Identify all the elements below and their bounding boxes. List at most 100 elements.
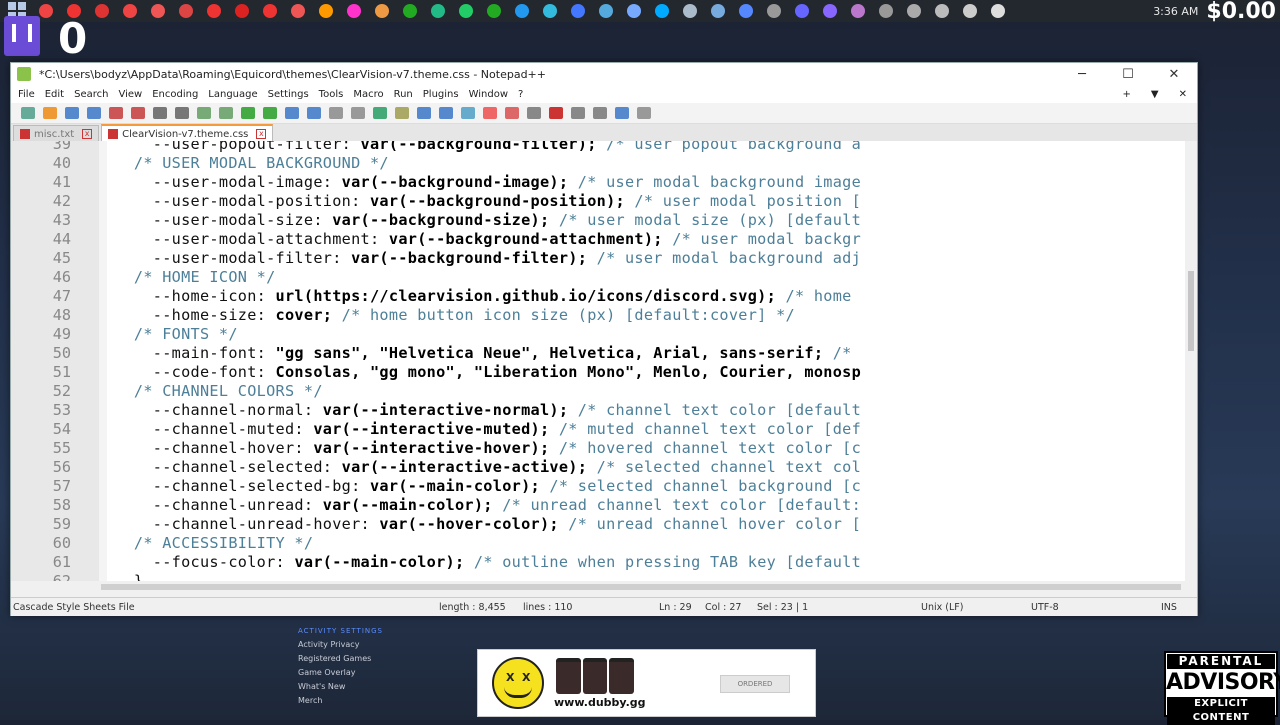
code-line[interactable]: 53 --channel-normal: var(--interactive-n…: [11, 401, 1185, 420]
toolbar-button-icon[interactable]: [593, 107, 607, 119]
code-line[interactable]: 41 --user-modal-image: var(--background-…: [11, 173, 1185, 192]
taskbar-app-icon[interactable]: [291, 4, 305, 18]
toolbar-button-icon[interactable]: [285, 107, 299, 119]
taskbar-app-icon[interactable]: [767, 4, 781, 18]
taskbar-app-icon[interactable]: [963, 4, 977, 18]
menu-run[interactable]: Run: [394, 89, 413, 100]
taskbar-app-icon[interactable]: [879, 4, 893, 18]
menu-item-whats-new[interactable]: What's New: [298, 680, 383, 694]
taskbar-app-icon[interactable]: [207, 4, 221, 18]
code-line[interactable]: 57 --channel-selected-bg: var(--main-col…: [11, 477, 1185, 496]
menu-tools[interactable]: Tools: [319, 89, 344, 100]
toolbar-button-icon[interactable]: [219, 107, 233, 119]
menu-item-merch[interactable]: Merch: [298, 694, 383, 708]
close-tab-icon[interactable]: x: [256, 129, 267, 139]
taskbar-app-icon[interactable]: [599, 4, 613, 18]
toolbar-button-icon[interactable]: [241, 107, 255, 119]
horizontal-scrollbar[interactable]: [11, 581, 1185, 593]
taskbar-app-icon[interactable]: [683, 4, 697, 18]
toolbar-button-icon[interactable]: [395, 107, 409, 119]
toolbar-button-icon[interactable]: [351, 107, 365, 119]
taskbar-app-icon[interactable]: [627, 4, 641, 18]
taskbar-app-icon[interactable]: [711, 4, 725, 18]
close-tab-icon[interactable]: x: [82, 129, 93, 139]
new-tab-button[interactable]: +: [1123, 89, 1131, 100]
taskbar-app-icon[interactable]: [459, 4, 473, 18]
toolbar-button-icon[interactable]: [87, 107, 101, 119]
toolbar-button-icon[interactable]: [131, 107, 145, 119]
code-line[interactable]: 51 --code-font: Consolas, "gg mono", "Li…: [11, 363, 1185, 382]
ad-order-button[interactable]: ORDERED: [720, 675, 790, 693]
clock[interactable]: 3:36 AM: [1153, 5, 1198, 18]
tab-clearvision[interactable]: ClearVision-v7.theme.css x: [101, 124, 274, 142]
menu-item-activity-privacy[interactable]: Activity Privacy: [298, 638, 383, 652]
code-line[interactable]: 45 --user-modal-filter: var(--background…: [11, 249, 1185, 268]
toolbar-button-icon[interactable]: [153, 107, 167, 119]
toolbar-button-icon[interactable]: [417, 107, 431, 119]
taskbar-app-icon[interactable]: [179, 4, 193, 18]
toolbar-button-icon[interactable]: [43, 107, 57, 119]
toolbar-button-icon[interactable]: [461, 107, 475, 119]
toolbar-button-icon[interactable]: [197, 107, 211, 119]
code-line[interactable]: 55 --channel-hover: var(--interactive-ho…: [11, 439, 1185, 458]
code-line[interactable]: 54 --channel-muted: var(--interactive-mu…: [11, 420, 1185, 439]
taskbar-app-icon[interactable]: [375, 4, 389, 18]
menu-window[interactable]: Window: [469, 89, 508, 100]
maximize-button[interactable]: ☐: [1105, 67, 1151, 82]
taskbar-app-icon[interactable]: [95, 4, 109, 18]
code-line[interactable]: 62 }: [11, 572, 1185, 581]
taskbar-app-icon[interactable]: [739, 4, 753, 18]
code-line[interactable]: 46 /* HOME ICON */: [11, 268, 1185, 287]
toolbar-button-icon[interactable]: [527, 107, 541, 119]
code-line[interactable]: 58 --channel-unread: var(--main-color); …: [11, 496, 1185, 515]
code-line[interactable]: 39 --user-popout-filter: var(--backgroun…: [11, 141, 1185, 154]
taskbar-app-icon[interactable]: [543, 4, 557, 18]
code-line[interactable]: 42 --user-modal-position: var(--backgrou…: [11, 192, 1185, 211]
taskbar-app-icon[interactable]: [431, 4, 445, 18]
code-line[interactable]: 56 --channel-selected: var(--interactive…: [11, 458, 1185, 477]
toolbar-button-icon[interactable]: [637, 107, 651, 119]
code-line[interactable]: 49 /* FONTS */: [11, 325, 1185, 344]
menu-edit[interactable]: Edit: [45, 89, 64, 100]
taskbar-app-icon[interactable]: [319, 4, 333, 18]
taskbar-app-icon[interactable]: [907, 4, 921, 18]
toolbar-button-icon[interactable]: [307, 107, 321, 119]
close-doc-button[interactable]: ✕: [1179, 89, 1187, 100]
taskbar-app-icon[interactable]: [235, 4, 249, 18]
code-line[interactable]: 43 --user-modal-size: var(--background-s…: [11, 211, 1185, 230]
code-line[interactable]: 61 --focus-color: var(--main-color); /* …: [11, 553, 1185, 572]
toolbar-button-icon[interactable]: [263, 107, 277, 119]
toolbar-button-icon[interactable]: [505, 107, 519, 119]
menu-encoding[interactable]: Encoding: [152, 89, 198, 100]
taskbar-app-icon[interactable]: [655, 4, 669, 18]
toolbar-button-icon[interactable]: [329, 107, 343, 119]
taskbar-app-icon[interactable]: [935, 4, 949, 18]
taskbar-app-icon[interactable]: [851, 4, 865, 18]
toolbar-button-icon[interactable]: [21, 107, 35, 119]
taskbar-app-icon[interactable]: [263, 4, 277, 18]
toolbar-button-icon[interactable]: [109, 107, 123, 119]
taskbar-app-icon[interactable]: [991, 4, 1005, 18]
taskbar-app-icon[interactable]: [39, 4, 53, 18]
tab-misc[interactable]: misc.txt x: [13, 125, 100, 142]
menu-plugins[interactable]: Plugins: [423, 89, 459, 100]
toolbar-button-icon[interactable]: [571, 107, 585, 119]
taskbar-app-icon[interactable]: [487, 4, 501, 18]
code-line[interactable]: 48 --home-size: cover; /* home button ic…: [11, 306, 1185, 325]
menu-item-registered-games[interactable]: Registered Games: [298, 652, 383, 666]
code-line[interactable]: 59 --channel-unread-hover: var(--hover-c…: [11, 515, 1185, 534]
taskbar-app-icon[interactable]: [347, 4, 361, 18]
taskbar-app-icon[interactable]: [795, 4, 809, 18]
toolbar-button-icon[interactable]: [373, 107, 387, 119]
taskbar-app-icon[interactable]: [823, 4, 837, 18]
menu-file[interactable]: File: [18, 89, 35, 100]
taskbar-app-icon[interactable]: [571, 4, 585, 18]
toolbar-button-icon[interactable]: [175, 107, 189, 119]
menu-macro[interactable]: Macro: [353, 89, 383, 100]
toolbar-button-icon[interactable]: [549, 107, 563, 119]
close-button[interactable]: ✕: [1151, 67, 1197, 82]
tab-list-button[interactable]: ▼: [1151, 89, 1159, 100]
toolbar-button-icon[interactable]: [439, 107, 453, 119]
menu-view[interactable]: View: [118, 89, 142, 100]
code-editor[interactable]: 39 --user-popout-filter: var(--backgroun…: [11, 141, 1185, 581]
